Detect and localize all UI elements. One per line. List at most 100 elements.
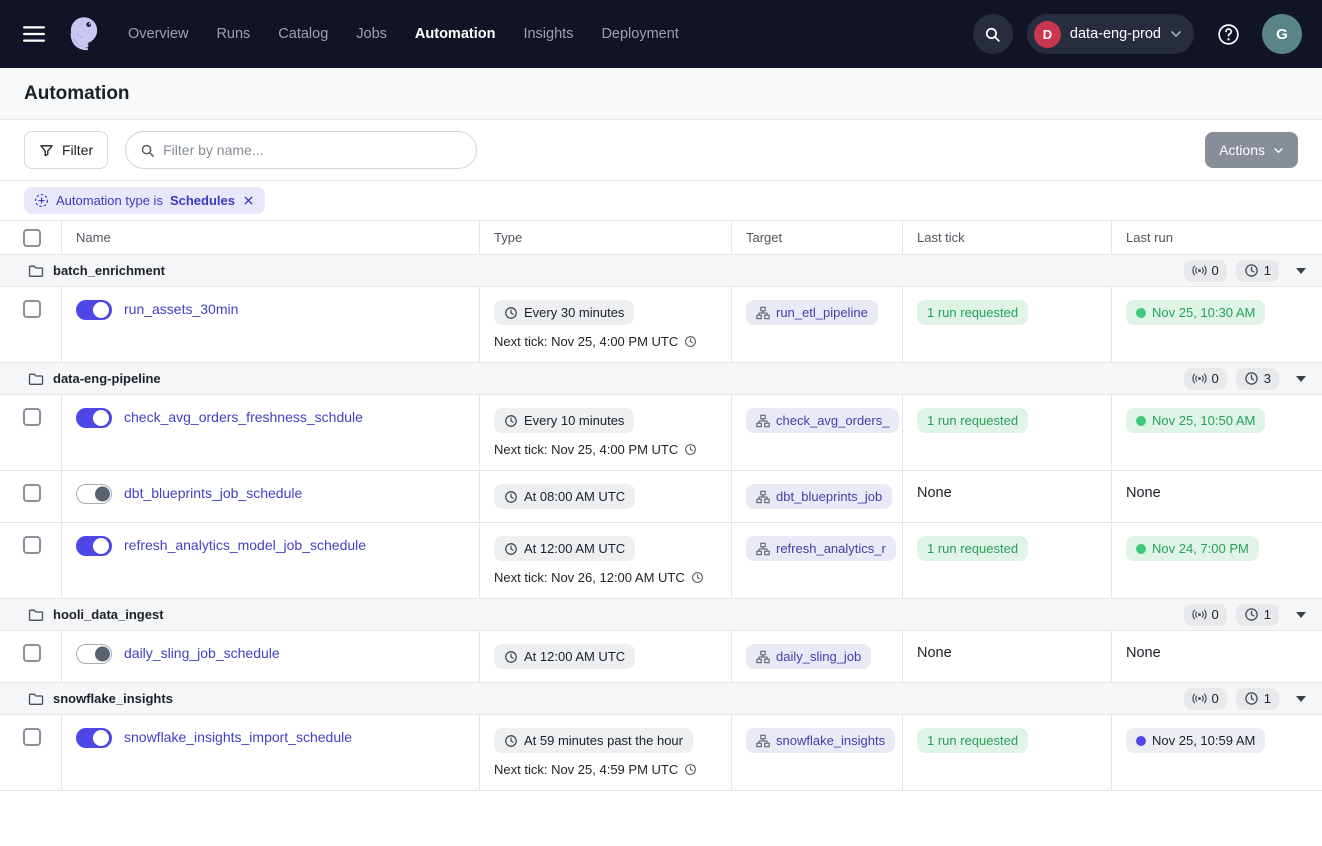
clock-icon	[504, 490, 518, 504]
nav-item-overview[interactable]: Overview	[128, 26, 188, 42]
group-row-data-eng-pipeline[interactable]: data-eng-pipeline 0 3	[0, 363, 1322, 395]
row-checkbox[interactable]	[23, 300, 41, 318]
next-tick: Next tick: Nov 25, 4:59 PM UTC	[494, 762, 697, 777]
clock-icon	[504, 650, 518, 664]
collapse-caret-icon[interactable]	[1296, 268, 1306, 274]
schedule-count-badge[interactable]: 3	[1236, 368, 1279, 390]
nav-item-automation[interactable]: Automation	[415, 26, 496, 42]
row-checkbox[interactable]	[23, 536, 41, 554]
filter-button-label: Filter	[62, 142, 93, 158]
last-run-link[interactable]: Nov 25, 10:30 AM	[1126, 300, 1265, 325]
clock-icon	[504, 734, 518, 748]
schedule-toggle[interactable]	[76, 536, 112, 556]
sensor-icon	[1192, 691, 1207, 706]
user-avatar[interactable]: G	[1262, 14, 1302, 54]
last-run-link[interactable]: Nov 25, 10:59 AM	[1126, 728, 1265, 753]
schedule-count: 3	[1264, 371, 1271, 386]
clock-icon	[504, 542, 518, 556]
workspace-switcher[interactable]: D data-eng-prod	[1027, 14, 1194, 54]
table-row-check-avg-orders: check_avg_orders_freshness_schdule Every…	[0, 395, 1322, 471]
last-tick-status: 1 run requested	[917, 300, 1028, 325]
group-row-batch-enrichment[interactable]: batch_enrichment 0 1	[0, 255, 1322, 287]
job-target-icon	[756, 414, 770, 428]
schedule-toggle[interactable]	[76, 644, 112, 664]
row-checkbox[interactable]	[23, 484, 41, 502]
target-link[interactable]: run_etl_pipeline	[746, 300, 878, 325]
group-name: batch_enrichment	[53, 263, 165, 278]
schedule-type-pill: Every 10 minutes	[494, 408, 634, 433]
sensor-count-badge[interactable]: 0	[1184, 260, 1227, 282]
hamburger-menu-icon[interactable]	[20, 20, 48, 48]
sensor-count-badge[interactable]: 0	[1184, 368, 1227, 390]
last-tick-status: 1 run requested	[917, 728, 1028, 753]
folder-icon	[28, 607, 44, 623]
schedule-name-link[interactable]: run_assets_30min	[124, 301, 238, 317]
schedule-name-link[interactable]: refresh_analytics_model_job_schedule	[124, 537, 366, 553]
group-row-snowflake-insights[interactable]: snowflake_insights 0 1	[0, 683, 1322, 715]
row-checkbox[interactable]	[23, 644, 41, 662]
select-all-checkbox[interactable]	[23, 229, 41, 247]
nav-item-runs[interactable]: Runs	[216, 26, 250, 42]
last-run-link[interactable]: Nov 25, 10:50 AM	[1126, 408, 1265, 433]
actions-button[interactable]: Actions	[1205, 132, 1298, 168]
sensor-count-badge[interactable]: 0	[1184, 688, 1227, 710]
run-status-dot	[1136, 544, 1146, 554]
last-run-link[interactable]: Nov 24, 7:00 PM	[1126, 536, 1259, 561]
column-header-type: Type	[480, 221, 732, 254]
clock-icon	[684, 443, 697, 456]
schedule-name-link[interactable]: snowflake_insights_import_schedule	[124, 729, 352, 745]
row-checkbox[interactable]	[23, 728, 41, 746]
collapse-caret-icon[interactable]	[1296, 376, 1306, 382]
schedule-name-link[interactable]: dbt_blueprints_job_schedule	[124, 485, 302, 501]
nav-item-jobs[interactable]: Jobs	[356, 26, 387, 42]
table-header-row: Name Type Target Last tick Last run	[0, 221, 1322, 255]
nav-item-deployment[interactable]: Deployment	[601, 26, 678, 42]
schedule-cadence: At 59 minutes past the hour	[524, 733, 683, 748]
target-link[interactable]: refresh_analytics_r	[746, 536, 896, 561]
collapse-caret-icon[interactable]	[1296, 612, 1306, 618]
name-filter-input[interactable]	[163, 142, 462, 158]
schedule-name-link[interactable]: daily_sling_job_schedule	[124, 645, 280, 661]
dagster-logo[interactable]	[62, 12, 106, 56]
automation-type-icon	[34, 193, 49, 208]
target-link[interactable]: snowflake_insights	[746, 728, 895, 753]
page-title: Automation	[24, 83, 130, 105]
schedule-name-link[interactable]: check_avg_orders_freshness_schdule	[124, 409, 363, 425]
row-checkbox[interactable]	[23, 408, 41, 426]
nav-item-insights[interactable]: Insights	[523, 26, 573, 42]
schedule-type-pill: At 12:00 AM UTC	[494, 536, 635, 561]
target-link[interactable]: daily_sling_job	[746, 644, 871, 669]
schedule-toggle[interactable]	[76, 484, 112, 504]
active-filters-row: Automation type is Schedules	[0, 181, 1322, 221]
automation-type-filter-chip[interactable]: Automation type is Schedules	[24, 187, 265, 214]
group-name: data-eng-pipeline	[53, 371, 161, 386]
column-header-last-run: Last run	[1112, 221, 1322, 254]
help-icon	[1216, 22, 1241, 47]
help-button[interactable]	[1208, 14, 1248, 54]
actions-button-label: Actions	[1219, 142, 1265, 158]
group-row-hooli-data-ingest[interactable]: hooli_data_ingest 0 1	[0, 599, 1322, 631]
clock-icon	[504, 306, 518, 320]
schedule-count-badge[interactable]: 1	[1236, 688, 1279, 710]
workspace-badge: D	[1034, 21, 1061, 48]
schedule-toggle[interactable]	[76, 408, 112, 428]
nav-item-catalog[interactable]: Catalog	[278, 26, 328, 42]
search-icon	[984, 26, 1001, 43]
table-row-snowflake-insights-import: snowflake_insights_import_schedule At 59…	[0, 715, 1322, 791]
search-button[interactable]	[973, 14, 1013, 54]
schedule-count-badge[interactable]: 1	[1236, 260, 1279, 282]
schedule-cadence: Every 30 minutes	[524, 305, 624, 320]
sensor-icon	[1192, 371, 1207, 386]
target-link[interactable]: dbt_blueprints_job	[746, 484, 892, 509]
schedule-toggle[interactable]	[76, 728, 112, 748]
schedule-type-pill: At 08:00 AM UTC	[494, 484, 635, 509]
sensor-count: 0	[1212, 263, 1219, 278]
schedule-count-badge[interactable]: 1	[1236, 604, 1279, 626]
schedule-toggle[interactable]	[76, 300, 112, 320]
filter-button[interactable]: Filter	[24, 131, 108, 169]
collapse-caret-icon[interactable]	[1296, 696, 1306, 702]
column-header-last-tick: Last tick	[903, 221, 1112, 254]
sensor-count-badge[interactable]: 0	[1184, 604, 1227, 626]
close-icon[interactable]	[242, 194, 255, 207]
target-link[interactable]: check_avg_orders_	[746, 408, 899, 433]
